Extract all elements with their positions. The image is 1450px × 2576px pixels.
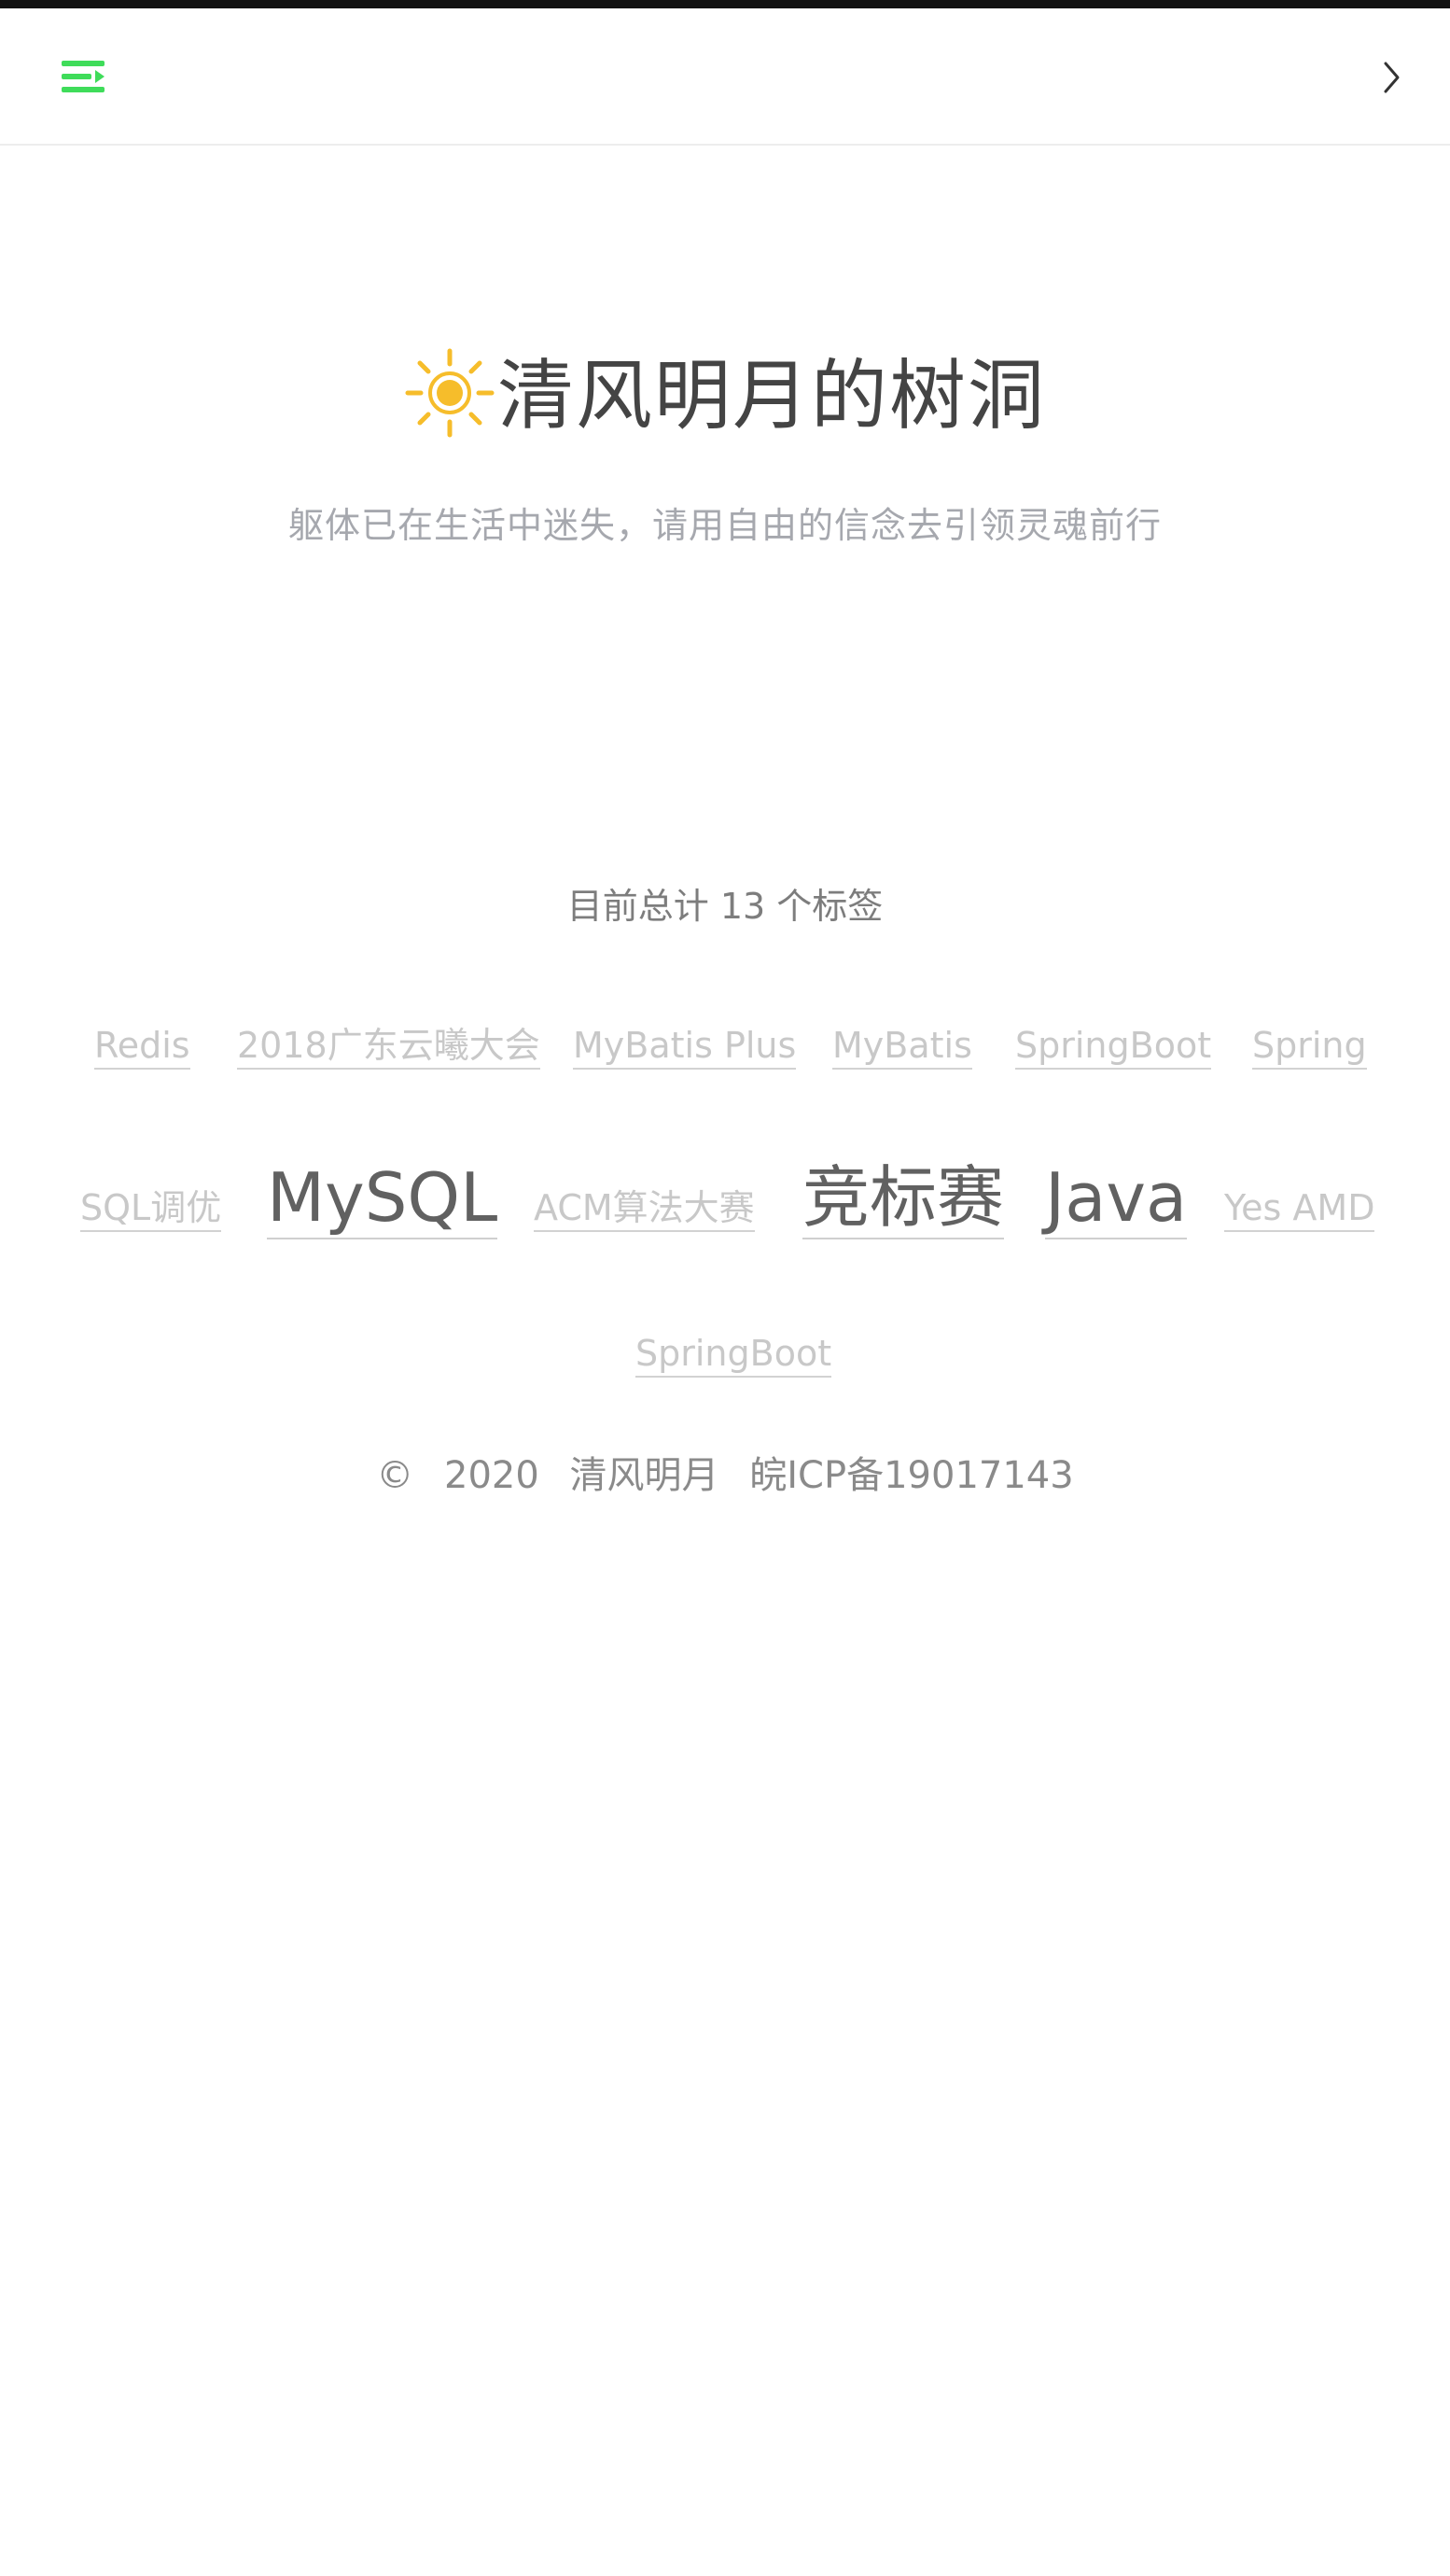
tag-link[interactable]: MyBatis Plus <box>573 1025 797 1070</box>
tag-link[interactable]: 竞标赛 <box>802 1157 1005 1240</box>
site-subtitle: 躯体已在生活中迷失，请用自由的信念去引领灵魂前行 <box>287 505 1162 546</box>
tag-link[interactable]: SpringBoot <box>635 1333 832 1378</box>
tag-link[interactable]: MySQL <box>267 1157 498 1240</box>
copyright-owner: 清风明月 <box>569 1454 719 1497</box>
tag-link[interactable]: Java <box>1045 1157 1188 1240</box>
sun-icon <box>404 347 495 439</box>
header-bar <box>0 8 1450 146</box>
menu-toggle-icon[interactable] <box>62 59 123 105</box>
page: 清风明月的树洞 躯体已在生活中迷失，请用自由的信念去引领灵魂前行 目前总计 13… <box>0 0 1450 2576</box>
icp-record-link[interactable]: 皖ICP备19017143 <box>749 1454 1073 1497</box>
copyright-year: 2020 <box>444 1454 539 1497</box>
tag-link[interactable]: Redis <box>94 1025 190 1070</box>
tag-link[interactable]: 2018广东云曦大会 <box>237 1025 540 1070</box>
tag-link[interactable]: SpringBoot <box>1015 1025 1212 1070</box>
site-brand: 清风明月的树洞 <box>0 342 1450 472</box>
tag-link[interactable]: SQL调优 <box>80 1187 222 1232</box>
tag-link[interactable]: MyBatis <box>832 1025 972 1070</box>
tag-link[interactable]: Spring <box>1252 1025 1367 1070</box>
tag-count-summary: 目前总计 13 个标签 <box>566 886 884 927</box>
chevron-right-icon[interactable] <box>1377 59 1424 111</box>
tag-link[interactable]: Yes AMD <box>1224 1187 1375 1232</box>
tag-link[interactable]: ACM算法大赛 <box>534 1187 755 1232</box>
site-title[interactable]: 清风明月的树洞 <box>497 342 1046 452</box>
copyright-symbol: © <box>376 1454 414 1497</box>
top-strip <box>0 0 1450 8</box>
footer: © 2020 清风明月 皖ICP备19017143 <box>0 1445 1450 1499</box>
